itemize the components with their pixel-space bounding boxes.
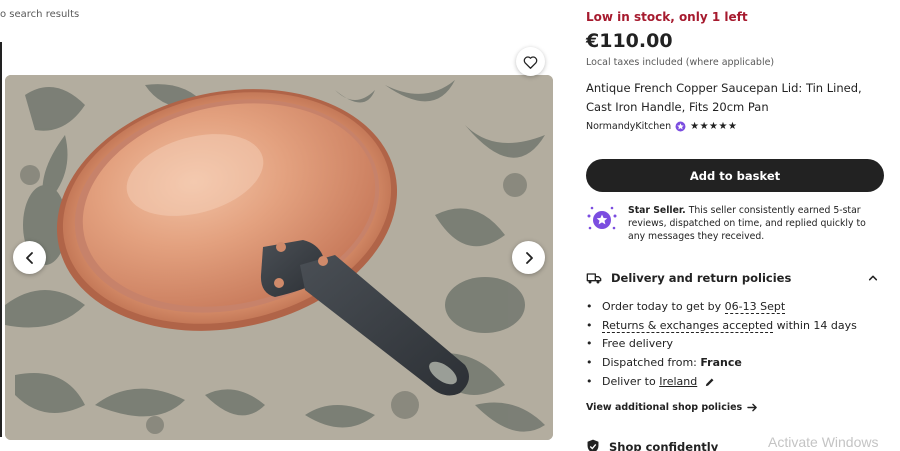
chevron-right-icon <box>525 251 533 264</box>
delivery-policy-list: • Order today to get by 06-13 Sept • Ret… <box>586 298 884 392</box>
free-delivery-text: Free delivery <box>602 337 674 351</box>
dispatched-country: France <box>700 356 742 370</box>
shop-info: NormandyKitchen ★★★★★ <box>586 121 737 132</box>
shield-check-icon <box>587 439 599 451</box>
back-to-search-link[interactable]: o search results <box>0 9 79 20</box>
deliver-to-label: Deliver to <box>602 374 656 388</box>
shop-confidently-title: Shop confidently <box>609 439 719 451</box>
product-image <box>5 75 553 440</box>
truck-icon <box>586 273 602 284</box>
star-seller-mini-icon <box>675 121 686 132</box>
chevron-up-icon <box>868 275 878 281</box>
policy-returns: • Returns & exchanges accepted within 14… <box>586 317 884 336</box>
policy-delivery-estimate: • Order today to get by 06-13 Sept <box>586 298 884 317</box>
rating-stars[interactable]: ★★★★★ <box>690 121 737 132</box>
policy-order-prefix: Order today to get by <box>602 300 722 313</box>
windows-activation-watermark: Activate Windows <box>768 434 879 450</box>
pencil-icon[interactable] <box>704 377 715 388</box>
previous-image-button[interactable] <box>13 241 46 274</box>
thumbnail-strip-edge <box>0 42 2 437</box>
view-shop-policies-label: View additional shop policies <box>586 402 743 413</box>
policy-deliver-to: • Deliver to Ireland <box>586 373 884 392</box>
shop-confidently-toggle[interactable]: Shop confidently <box>586 439 718 451</box>
star-seller-text: Star Seller. This seller consistently ea… <box>628 204 884 243</box>
arrow-right-icon <box>747 403 758 412</box>
heart-outline-icon <box>523 55 538 69</box>
policy-dispatched: • Dispatched from: France <box>586 354 884 373</box>
product-price: €110.00 <box>586 30 673 52</box>
favorite-button[interactable] <box>516 47 545 76</box>
policy-free-delivery: • Free delivery <box>586 335 884 354</box>
deliver-country-link[interactable]: Ireland <box>659 373 697 392</box>
shop-name-link[interactable]: NormandyKitchen <box>586 121 671 132</box>
delivery-policies-title: Delivery and return policies <box>611 271 792 285</box>
stock-status: Low in stock, only 1 left <box>586 10 748 24</box>
view-shop-policies-link[interactable]: View additional shop policies <box>586 402 758 413</box>
delivery-policies-toggle[interactable]: Delivery and return policies <box>586 271 884 285</box>
delivery-dates-tooltip[interactable]: 06-13 Sept <box>724 300 786 315</box>
star-seller-info: Star Seller. This seller consistently ea… <box>586 204 884 243</box>
dispatched-label: Dispatched from: <box>602 356 697 370</box>
tax-note: Local taxes included (where applicable) <box>586 57 775 68</box>
next-image-button[interactable] <box>512 241 545 274</box>
star-seller-badge-icon <box>587 206 617 230</box>
add-to-basket-button[interactable]: Add to basket <box>586 159 884 192</box>
returns-link[interactable]: Returns & exchanges accepted <box>602 319 774 334</box>
star-seller-title: Star Seller. <box>628 205 686 216</box>
chevron-left-icon <box>25 251 33 264</box>
product-title: Antique French Copper Saucepan Lid: Tin … <box>586 81 862 114</box>
returns-window: within 14 days <box>776 318 857 332</box>
